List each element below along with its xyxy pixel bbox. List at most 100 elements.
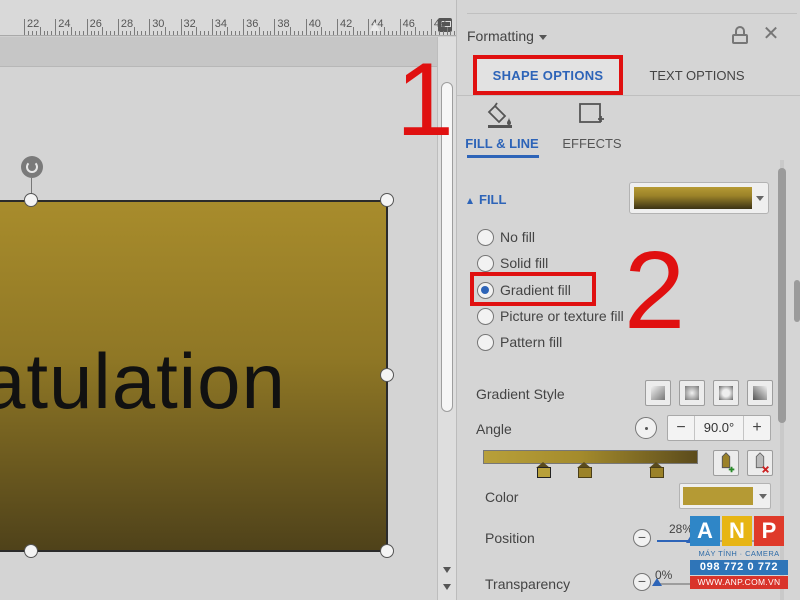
radio-button[interactable] <box>477 281 494 299</box>
ruler-tick <box>274 19 276 35</box>
ruler-tick <box>24 19 25 35</box>
gradient-style-label: Gradient Style <box>476 386 565 402</box>
ruler-tick <box>364 31 366 35</box>
ruler-indent-marker[interactable] <box>370 22 380 31</box>
remove-gradient-stop-button[interactable] <box>747 450 773 476</box>
ruler-tick <box>231 31 233 35</box>
fill-option-3[interactable]: Gradient fill <box>477 279 571 301</box>
ruler-tick <box>27 31 29 35</box>
ruler-tick <box>113 31 115 35</box>
resize-handle-top-right[interactable] <box>380 193 394 207</box>
ruler-tick <box>70 27 72 35</box>
rotate-handle-icon[interactable] <box>21 156 43 178</box>
ruler-label: 48 <box>433 18 447 30</box>
ruler-tick <box>31 31 33 35</box>
ruler-tick <box>395 31 397 35</box>
ruler-tick <box>98 31 100 35</box>
scroll-down-more-icon[interactable] <box>443 584 451 590</box>
pane-scroll-thumb[interactable] <box>778 168 786 423</box>
ruler-tick <box>317 31 319 35</box>
gradient-style-linear-button[interactable] <box>645 380 671 406</box>
ruler-tick <box>39 27 41 35</box>
ruler-tick <box>258 27 260 35</box>
ruler-tick <box>63 31 65 35</box>
radio-button[interactable] <box>477 333 494 351</box>
radio-button[interactable] <box>477 228 494 246</box>
fill-option-1[interactable]: No fill <box>477 226 535 248</box>
ruler-tick <box>309 31 311 35</box>
ruler-tick <box>426 31 428 35</box>
resize-handle-bottom-right[interactable] <box>380 544 394 558</box>
ruler-tick <box>160 31 162 35</box>
ruler-tick <box>423 31 425 35</box>
ruler-tick <box>247 31 248 35</box>
ruler-tick <box>117 19 119 35</box>
ruler-tick <box>325 31 327 35</box>
fill-section-header[interactable]: FILL <box>467 192 506 207</box>
tab-text-options[interactable]: TEXT OPTIONS <box>632 55 762 95</box>
angle-spinner[interactable]: − 90.0° + <box>667 415 771 441</box>
angle-value[interactable]: 90.0° <box>694 416 744 440</box>
subtab-fill-line-label: FILL & LINE <box>465 136 539 151</box>
fill-option-label: Pattern fill <box>500 334 563 350</box>
pane-top-edge <box>467 0 797 14</box>
fill-option-5[interactable]: Pattern fill <box>477 331 562 353</box>
resize-handle-bottom-left[interactable] <box>24 544 38 558</box>
step-1-annotation: 1 <box>396 42 454 158</box>
subtab-effects[interactable]: EFFECTS <box>547 100 637 156</box>
effects-icon <box>579 103 604 123</box>
logo-letter-n: N <box>722 516 752 546</box>
ruler-tick <box>360 31 362 35</box>
angle-dial-icon[interactable] <box>635 417 657 439</box>
ruler-tick <box>391 31 393 35</box>
ruler-tick <box>438 31 440 35</box>
ruler-tick <box>282 31 284 35</box>
window-edge-handle[interactable] <box>794 280 800 322</box>
fill-preview-dropdown[interactable] <box>629 182 769 214</box>
radio-button[interactable] <box>477 307 494 325</box>
gradient-stop[interactable] <box>577 462 592 478</box>
ruler-tick <box>67 31 69 35</box>
fill-option-4[interactable]: Picture or texture fill <box>477 305 624 327</box>
ruler-tick <box>352 27 354 35</box>
fill-option-2[interactable]: Solid fill <box>477 252 548 274</box>
ruler-tick <box>387 31 389 35</box>
ruler-tick <box>372 31 374 35</box>
lock-icon[interactable] <box>732 26 748 44</box>
angle-increase-button[interactable]: + <box>744 419 770 437</box>
ruler-tick <box>321 27 323 35</box>
ruler-tick <box>266 31 268 35</box>
gradient-style-radial-button[interactable] <box>679 380 705 406</box>
shape-text[interactable]: atulation <box>0 336 286 427</box>
logo-phone: 098 772 0 772 <box>690 560 788 575</box>
ruler-tick <box>262 31 264 35</box>
transparency-decrease-icon[interactable]: − <box>633 573 651 591</box>
pane-title[interactable]: Formatting <box>467 28 547 44</box>
subtab-fill-line[interactable]: FILL & LINE <box>457 100 547 158</box>
add-gradient-stop-button[interactable] <box>713 450 739 476</box>
gradient-style-path-button[interactable] <box>747 380 773 406</box>
angle-label: Angle <box>476 421 512 437</box>
resize-handle-top-left[interactable] <box>24 193 38 207</box>
chevron-down-icon[interactable] <box>538 34 547 40</box>
color-dropdown[interactable] <box>679 483 771 509</box>
ruler-tick <box>297 31 299 35</box>
scroll-down-icon[interactable] <box>443 567 451 573</box>
ruler-tick <box>133 27 135 35</box>
ruler-tick <box>411 31 413 35</box>
resize-handle-right[interactable] <box>380 368 394 382</box>
tab-shape-options[interactable]: SHAPE OPTIONS <box>473 55 623 95</box>
subtab-effects-label: EFFECTS <box>562 136 622 151</box>
ruler-tick <box>446 27 448 35</box>
ruler-tick <box>106 31 108 35</box>
gradient-style-rect-button[interactable] <box>713 380 739 406</box>
close-icon[interactable]: ✕ <box>762 24 780 44</box>
position-decrease-icon[interactable]: − <box>633 529 651 547</box>
gradient-stop[interactable] <box>649 462 664 478</box>
horizontal-ruler[interactable]: 22 24 26 28 30 32 34 36 38 40 42 44 46 48 <box>0 0 460 36</box>
transparency-value[interactable]: 0% <box>655 568 672 582</box>
radio-button[interactable] <box>477 254 494 272</box>
angle-decrease-button[interactable]: − <box>668 419 694 437</box>
ruler-tick <box>305 19 307 35</box>
gradient-stop-selected[interactable] <box>536 462 551 478</box>
